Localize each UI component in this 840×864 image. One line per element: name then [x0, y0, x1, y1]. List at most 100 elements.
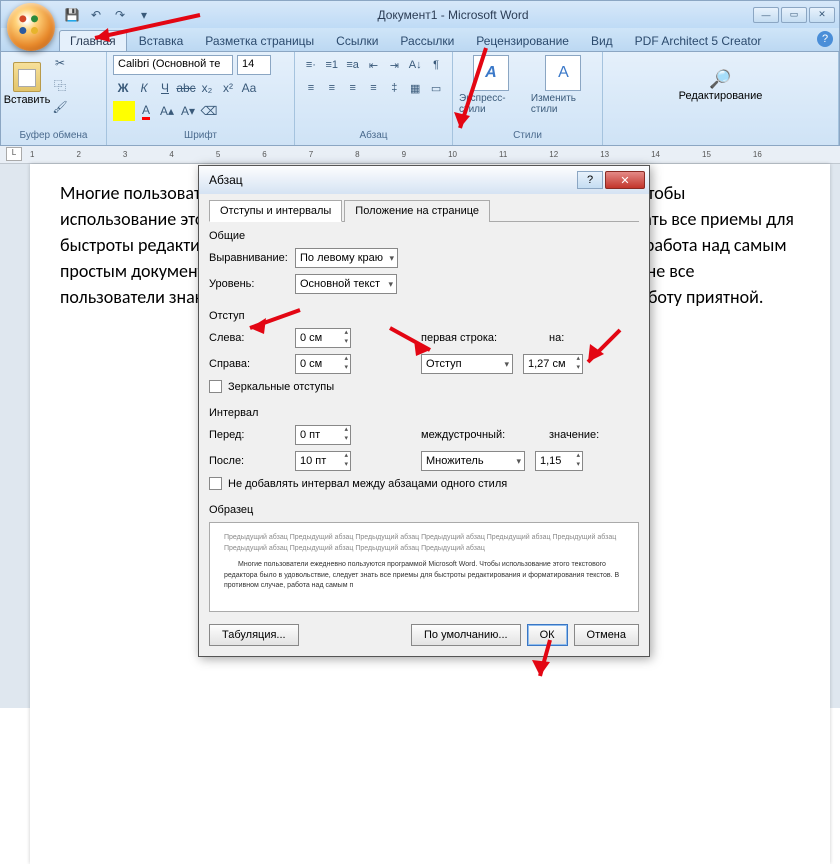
sort-button[interactable]: A↓: [405, 55, 425, 75]
indent-left-spin[interactable]: 0 см: [295, 328, 351, 348]
underline-button[interactable]: Ч: [155, 78, 175, 98]
group-paragraph: ≡· ≡1 ≡a ⇤ ⇥ A↓ ¶ ≡ ≡ ≡ ≡ ‡ ▦ ▭ Абзац: [295, 52, 453, 145]
window-title: Документ1 - Microsoft Word: [153, 8, 753, 22]
find-icon[interactable]: 🔎: [709, 69, 731, 90]
tab-insert[interactable]: Вставка: [129, 31, 194, 51]
align-right-button[interactable]: ≡: [343, 78, 363, 98]
default-button[interactable]: По умолчанию...: [411, 624, 521, 646]
italic-button[interactable]: К: [134, 78, 154, 98]
numbering-button[interactable]: ≡1: [322, 55, 342, 75]
dialog-close-button[interactable]: ✕: [605, 171, 645, 189]
font-size-combo[interactable]: 14: [237, 55, 271, 75]
save-icon[interactable]: 💾: [63, 6, 81, 24]
window-controls: — ▭ ✕: [753, 7, 835, 23]
checkbox-icon: [209, 477, 222, 490]
minimize-button[interactable]: —: [753, 7, 779, 23]
tab-references[interactable]: Ссылки: [326, 31, 388, 51]
tab-home[interactable]: Главная: [59, 30, 127, 51]
align-combo[interactable]: По левому краю: [295, 248, 398, 268]
paste-icon: [13, 62, 41, 92]
align-label: Выравнивание:: [209, 252, 295, 264]
spacing-at-spin[interactable]: 1,15: [535, 451, 583, 471]
tab-indents[interactable]: Отступы и интервалы: [209, 200, 342, 222]
editing-label[interactable]: Редактирование: [679, 90, 763, 102]
quick-access-toolbar: 💾 ↶ ↷ ▾: [63, 6, 153, 24]
paragraph-dialog: Абзац ? ✕ Отступы и интервалы Положение …: [198, 165, 650, 657]
space-before-spin[interactable]: 0 пт: [295, 425, 351, 445]
indent-by-label: на:: [549, 332, 564, 344]
bullets-button[interactable]: ≡·: [301, 55, 321, 75]
font-name-combo[interactable]: Calibri (Основной те: [113, 55, 233, 75]
tabs-button[interactable]: Табуляция...: [209, 624, 299, 646]
tab-pdf[interactable]: PDF Architect 5 Creator: [625, 31, 772, 51]
format-painter-icon[interactable]: 🖌: [51, 99, 69, 115]
copy-icon[interactable]: ⿻: [51, 77, 69, 93]
indent-right-spin[interactable]: 0 см: [295, 354, 351, 374]
ribbon-tabs: Главная Вставка Разметка страницы Ссылки…: [0, 28, 840, 52]
first-line-label: первая строка:: [421, 332, 509, 344]
paste-label: Вставить: [4, 94, 51, 106]
multilevel-button[interactable]: ≡a: [343, 55, 363, 75]
tab-layout[interactable]: Разметка страницы: [195, 31, 324, 51]
line-spacing-combo[interactable]: Множитель: [421, 451, 525, 471]
cancel-button[interactable]: Отмена: [574, 624, 639, 646]
mirror-indents-check[interactable]: Зеркальные отступы: [209, 380, 639, 393]
quick-styles-button[interactable]: A Экспресс-стили: [459, 55, 523, 115]
group-clipboard-label: Буфер обмена: [7, 130, 100, 142]
increase-indent-button[interactable]: ⇥: [384, 55, 404, 75]
first-line-combo[interactable]: Отступ: [421, 354, 513, 374]
superscript-button[interactable]: x²: [218, 78, 238, 98]
dialog-help-button[interactable]: ?: [577, 171, 603, 189]
space-after-spin[interactable]: 10 пт: [295, 451, 351, 471]
font-color-button[interactable]: A: [136, 101, 156, 121]
maximize-button[interactable]: ▭: [781, 7, 807, 23]
office-button[interactable]: [7, 3, 55, 51]
clear-format-button[interactable]: ⌫: [199, 101, 219, 121]
ok-button[interactable]: ОК: [527, 624, 568, 646]
dialog-titlebar[interactable]: Абзац ? ✕: [199, 166, 649, 194]
redo-icon[interactable]: ↷: [111, 6, 129, 24]
subscript-button[interactable]: x₂: [197, 78, 217, 98]
tab-mailings[interactable]: Рассылки: [390, 31, 464, 51]
indent-by-spin[interactable]: 1,27 см: [523, 354, 583, 374]
tab-review[interactable]: Рецензирование: [466, 31, 579, 51]
ribbon: Вставить ✂ ⿻ 🖌 Буфер обмена Calibri (Осн…: [0, 52, 840, 146]
strike-button[interactable]: abc: [176, 78, 196, 98]
group-styles: A Экспресс-стили A Изменить стили Стили: [453, 52, 603, 145]
justify-button[interactable]: ≡: [364, 78, 384, 98]
shading-button[interactable]: ▦: [405, 78, 425, 98]
borders-button[interactable]: ▭: [426, 78, 446, 98]
level-combo[interactable]: Основной текст: [295, 274, 397, 294]
align-left-button[interactable]: ≡: [301, 78, 321, 98]
qat-dropdown-icon[interactable]: ▾: [135, 6, 153, 24]
section-preview: Образец: [209, 504, 639, 516]
level-label: Уровень:: [209, 278, 295, 290]
group-styles-label: Стили: [459, 130, 596, 142]
tab-view[interactable]: Вид: [581, 31, 623, 51]
decrease-indent-button[interactable]: ⇤: [364, 55, 384, 75]
nospace-check[interactable]: Не добавлять интервал между абзацами одн…: [209, 477, 639, 490]
align-center-button[interactable]: ≡: [322, 78, 342, 98]
preview-pane: Предыдущий абзац Предыдущий абзац Предыд…: [209, 522, 639, 612]
section-spacing: Интервал: [209, 407, 639, 419]
paste-button[interactable]: Вставить: [7, 55, 47, 113]
cut-icon[interactable]: ✂: [51, 55, 69, 71]
show-marks-button[interactable]: ¶: [426, 55, 446, 75]
undo-icon[interactable]: ↶: [87, 6, 105, 24]
line-spacing-label: междустрочный:: [421, 429, 521, 441]
help-icon[interactable]: ?: [817, 31, 833, 47]
tab-pageflow[interactable]: Положение на странице: [344, 200, 490, 222]
line-spacing-button[interactable]: ‡: [384, 78, 404, 98]
highlight-button[interactable]: [113, 101, 135, 121]
change-styles-button[interactable]: A Изменить стили: [531, 55, 596, 115]
close-button[interactable]: ✕: [809, 7, 835, 23]
indent-left-label: Слева:: [209, 332, 295, 344]
ruler[interactable]: L 12345678910111213141516: [0, 146, 840, 164]
grow-font-button[interactable]: A▴: [157, 101, 177, 121]
dialog-title: Абзац: [209, 173, 243, 187]
change-case-button[interactable]: Aa: [239, 78, 259, 98]
shrink-font-button[interactable]: A▾: [178, 101, 198, 121]
bold-button[interactable]: Ж: [113, 78, 133, 98]
group-font: Calibri (Основной те 14 Ж К Ч abc x₂ x² …: [107, 52, 295, 145]
styles-icon: A: [473, 55, 509, 91]
